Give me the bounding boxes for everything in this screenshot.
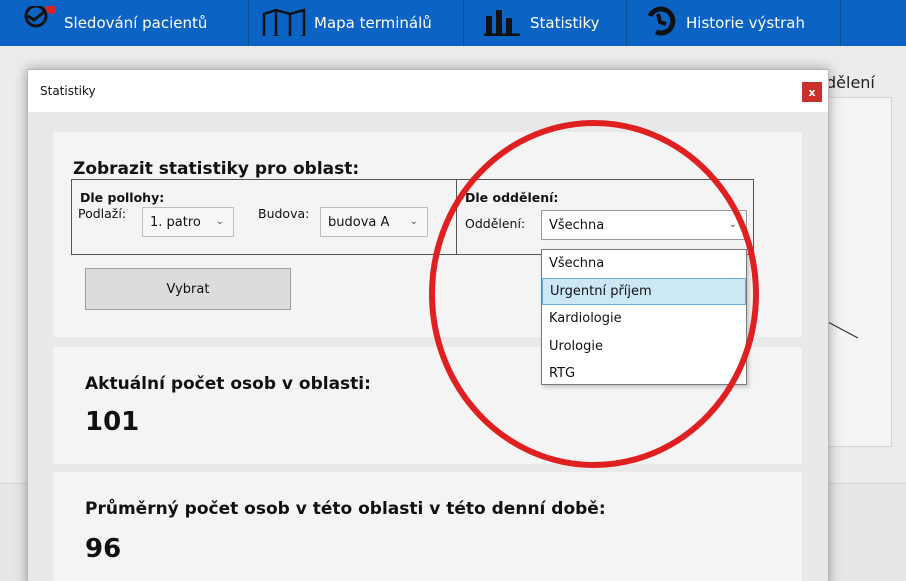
department-group-title: Dle oddělení: bbox=[465, 190, 559, 205]
current-count-label: Aktuální počet osob v oblasti: bbox=[85, 374, 371, 394]
close-button[interactable]: x bbox=[802, 82, 822, 102]
chevron-down-icon: ⌄ bbox=[728, 219, 737, 230]
department-dropdown-list: Všechna Urgentní příjem Kardiologie Urol… bbox=[541, 249, 747, 385]
average-count-card: Průměrný počet osob v této oblasti v tét… bbox=[53, 472, 802, 581]
select-button[interactable]: Vybrat bbox=[85, 268, 291, 310]
window-title: Statistiky bbox=[40, 84, 96, 98]
area-heading: Zobrazit statistiky pro oblast: bbox=[73, 159, 360, 179]
building-label: Budova: bbox=[258, 206, 310, 221]
department-select-value: Všechna bbox=[549, 217, 605, 233]
floor-select-value: 1. patro bbox=[150, 214, 201, 230]
dropdown-option-highlighted[interactable]: Urgentní příjem bbox=[542, 277, 746, 305]
building-select-value: budova A bbox=[328, 214, 390, 230]
location-group-title: Dle pollohy: bbox=[80, 190, 165, 205]
current-count-value: 101 bbox=[85, 407, 140, 437]
dropdown-option[interactable]: Kardiologie bbox=[542, 305, 746, 333]
chevron-down-icon: ⌄ bbox=[409, 216, 418, 227]
dropdown-option[interactable]: Všechna bbox=[542, 250, 746, 278]
window-titlebar[interactable]: Statistiky x bbox=[28, 70, 828, 112]
floor-label: Podlaží: bbox=[78, 206, 127, 221]
dropdown-option[interactable]: RTG bbox=[542, 360, 746, 388]
average-count-value: 96 bbox=[85, 534, 122, 564]
department-select[interactable]: Všechna ⌄ bbox=[541, 210, 747, 240]
floor-select[interactable]: 1. patro ⌄ bbox=[142, 207, 234, 237]
building-select[interactable]: budova A ⌄ bbox=[320, 207, 428, 237]
location-group: Dle pollohy: Podlaží: 1. patro ⌄ Budova:… bbox=[71, 179, 457, 255]
chevron-down-icon: ⌄ bbox=[215, 216, 224, 227]
close-icon: x bbox=[808, 85, 816, 99]
dropdown-option[interactable]: Urologie bbox=[542, 333, 746, 361]
average-count-label: Průměrný počet osob v této oblasti v tét… bbox=[85, 499, 606, 519]
department-group: Dle oddělení: Oddělení: Všechna ⌄ bbox=[456, 179, 754, 255]
department-label: Oddělení: bbox=[465, 216, 526, 231]
